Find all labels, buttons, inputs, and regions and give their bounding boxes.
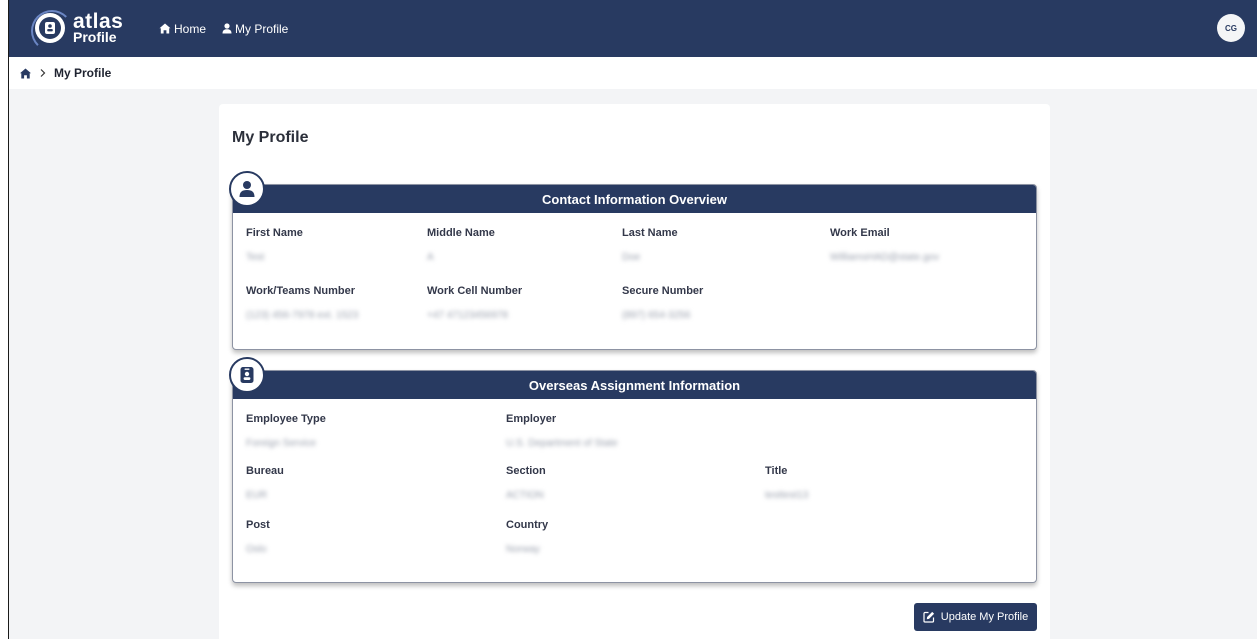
field-secure-number: Secure Number (897) 654-3256 — [622, 285, 704, 321]
breadcrumb-current: My Profile — [54, 66, 112, 80]
logo-subtitle: Profile — [73, 29, 117, 45]
field-teams-number: Work/Teams Number (123) 456-7978 ext. 15… — [246, 285, 359, 321]
page-title: My Profile — [232, 129, 309, 146]
app-frame: atlas Profile Home My Profile CG My Prof… — [8, 0, 1257, 639]
work-email-value: WilliamsHAD@state.gov — [830, 252, 940, 263]
id-badge-icon — [229, 357, 265, 393]
country-value: Norway — [506, 544, 540, 555]
chevron-right-icon — [40, 69, 46, 77]
cell-number-value: +47 47123456978 — [427, 310, 508, 321]
field-employer: Employer U.S. Department of State — [506, 413, 618, 449]
nav-home[interactable]: Home — [159, 22, 206, 36]
overseas-assignment-header: Overseas Assignment Information — [233, 371, 1036, 399]
field-post: Post Oslo — [246, 519, 270, 555]
employer-value: U.S. Department of State — [506, 438, 618, 449]
contact-info-section: Contact Information Overview First Name … — [229, 171, 1037, 350]
section-value: ACTION — [506, 490, 544, 501]
person-icon — [229, 171, 265, 207]
last-name-value: Doe — [622, 252, 641, 263]
atlas-globe-icon — [31, 9, 73, 52]
overseas-assignment-section: Overseas Assignment Information Employee… — [229, 357, 1037, 583]
top-navbar: atlas Profile Home My Profile CG — [9, 0, 1257, 57]
field-work-email: Work Email WilliamsHAD@state.gov — [830, 227, 940, 263]
home-icon — [159, 23, 171, 34]
user-icon — [222, 23, 232, 34]
field-country: Country Norway — [506, 519, 549, 555]
breadcrumb: My Profile — [9, 57, 1257, 89]
teams-number-value: (123) 456-7978 ext. 1523 — [246, 310, 359, 321]
post-value: Oslo — [246, 544, 267, 555]
home-icon[interactable] — [19, 68, 32, 79]
nav-my-profile-label: My Profile — [235, 21, 289, 36]
atlas-logo[interactable]: atlas Profile — [31, 9, 123, 52]
bureau-value: EUR — [246, 490, 268, 501]
update-profile-button[interactable]: Update My Profile — [914, 603, 1037, 631]
field-middle-name: Middle Name A — [427, 227, 495, 263]
contact-info-header: Contact Information Overview — [233, 185, 1036, 213]
field-section: Section ACTION — [506, 465, 546, 501]
field-title: Title testtest13 — [765, 465, 809, 501]
field-first-name: First Name Test — [246, 227, 303, 263]
middle-name-value: A — [427, 252, 434, 263]
edit-icon — [923, 611, 934, 623]
field-last-name: Last Name Doe — [622, 227, 678, 263]
user-avatar[interactable]: CG — [1217, 14, 1245, 42]
title-value: testtest13 — [765, 490, 809, 501]
nav-my-profile[interactable]: My Profile — [222, 22, 288, 36]
field-employee-type: Employee Type Foreign Service — [246, 413, 326, 449]
main-nav: Home My Profile — [159, 0, 288, 57]
field-bureau: Bureau EUR — [246, 465, 284, 501]
field-cell-number: Work Cell Number +47 47123456978 — [427, 285, 523, 321]
employee-type-value: Foreign Service — [246, 438, 317, 449]
avatar-initials: CG — [1225, 23, 1237, 33]
profile-card: My Profile Contact Information Overview … — [219, 104, 1050, 639]
update-profile-label: Update My Profile — [940, 611, 1029, 623]
secure-number-value: (897) 654-3256 — [622, 310, 691, 321]
first-name-value: Test — [246, 252, 265, 263]
nav-home-label: Home — [174, 21, 207, 36]
